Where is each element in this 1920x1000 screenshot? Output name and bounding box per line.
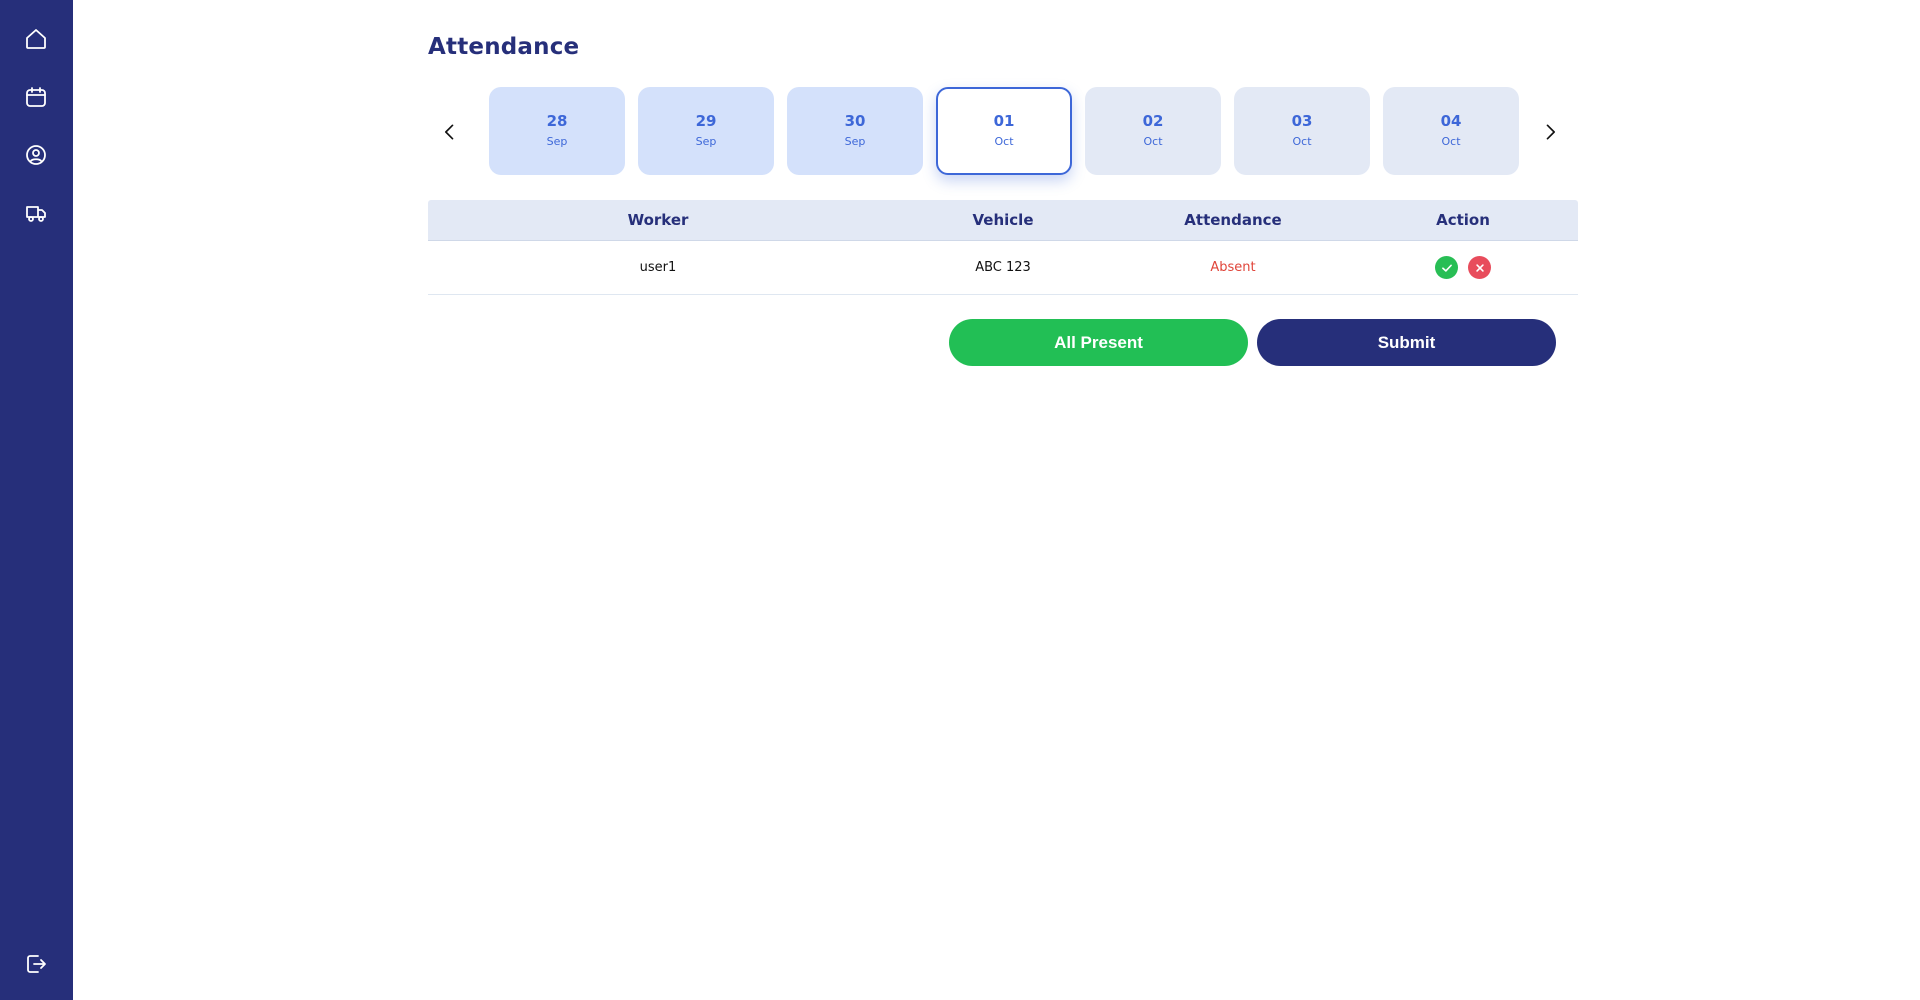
date-day: 29 (695, 112, 717, 130)
attendance-status: Absent (1210, 260, 1256, 275)
worker-cell: user1 (639, 260, 677, 275)
mark-absent-icon[interactable] (1468, 256, 1491, 279)
logout-icon[interactable] (23, 951, 49, 977)
date-month: Oct (1441, 135, 1461, 148)
action-cell (1348, 256, 1578, 279)
date-month: Sep (844, 135, 866, 148)
attendance-table: Worker Vehicle Attendance Action user1 A… (428, 200, 1578, 295)
date-day: 02 (1142, 112, 1164, 130)
date-card[interactable]: 04 Oct (1383, 87, 1519, 175)
submit-button[interactable]: Submit (1257, 319, 1556, 366)
all-present-button[interactable]: All Present (949, 319, 1248, 366)
vehicle-cell: ABC 123 (975, 260, 1031, 275)
date-card[interactable]: 02 Oct (1085, 87, 1221, 175)
date-card[interactable]: 28 Sep (489, 87, 625, 175)
table-row: user1 ABC 123 Absent (428, 241, 1578, 295)
date-month: Sep (546, 135, 568, 148)
date-card[interactable]: 30 Sep (787, 87, 923, 175)
date-month: Sep (695, 135, 717, 148)
date-day: 04 (1440, 112, 1462, 130)
mark-present-icon[interactable] (1435, 256, 1458, 279)
date-card[interactable]: 03 Oct (1234, 87, 1370, 175)
header-attendance: Attendance (1184, 211, 1282, 229)
header-action-label: Action (1436, 211, 1490, 229)
truck-icon[interactable] (23, 200, 49, 226)
home-icon[interactable] (23, 26, 49, 52)
chevron-right-icon[interactable] (1534, 116, 1566, 148)
chevron-left-icon[interactable] (434, 116, 466, 148)
date-day: 28 (546, 112, 568, 130)
date-strip: 28 Sep 29 Sep 30 Sep 01 Oct 02 Oct 03 Oc… (428, 87, 1578, 177)
date-day: 01 (993, 112, 1015, 130)
page-title: Attendance (428, 34, 580, 60)
user-circle-icon[interactable] (23, 142, 49, 168)
date-card[interactable]: 29 Sep (638, 87, 774, 175)
date-month: Oct (994, 135, 1014, 148)
date-month: Oct (1292, 135, 1312, 148)
header-worker: Worker (627, 211, 689, 229)
header-action: Action (1348, 211, 1578, 229)
table-header: Worker Vehicle Attendance Action (428, 200, 1578, 241)
sidebar (0, 0, 73, 1000)
date-month: Oct (1143, 135, 1163, 148)
date-day: 30 (844, 112, 866, 130)
header-vehicle: Vehicle (972, 211, 1034, 229)
date-card-selected[interactable]: 01 Oct (936, 87, 1072, 175)
calendar-icon[interactable] (23, 84, 49, 110)
date-day: 03 (1291, 112, 1313, 130)
